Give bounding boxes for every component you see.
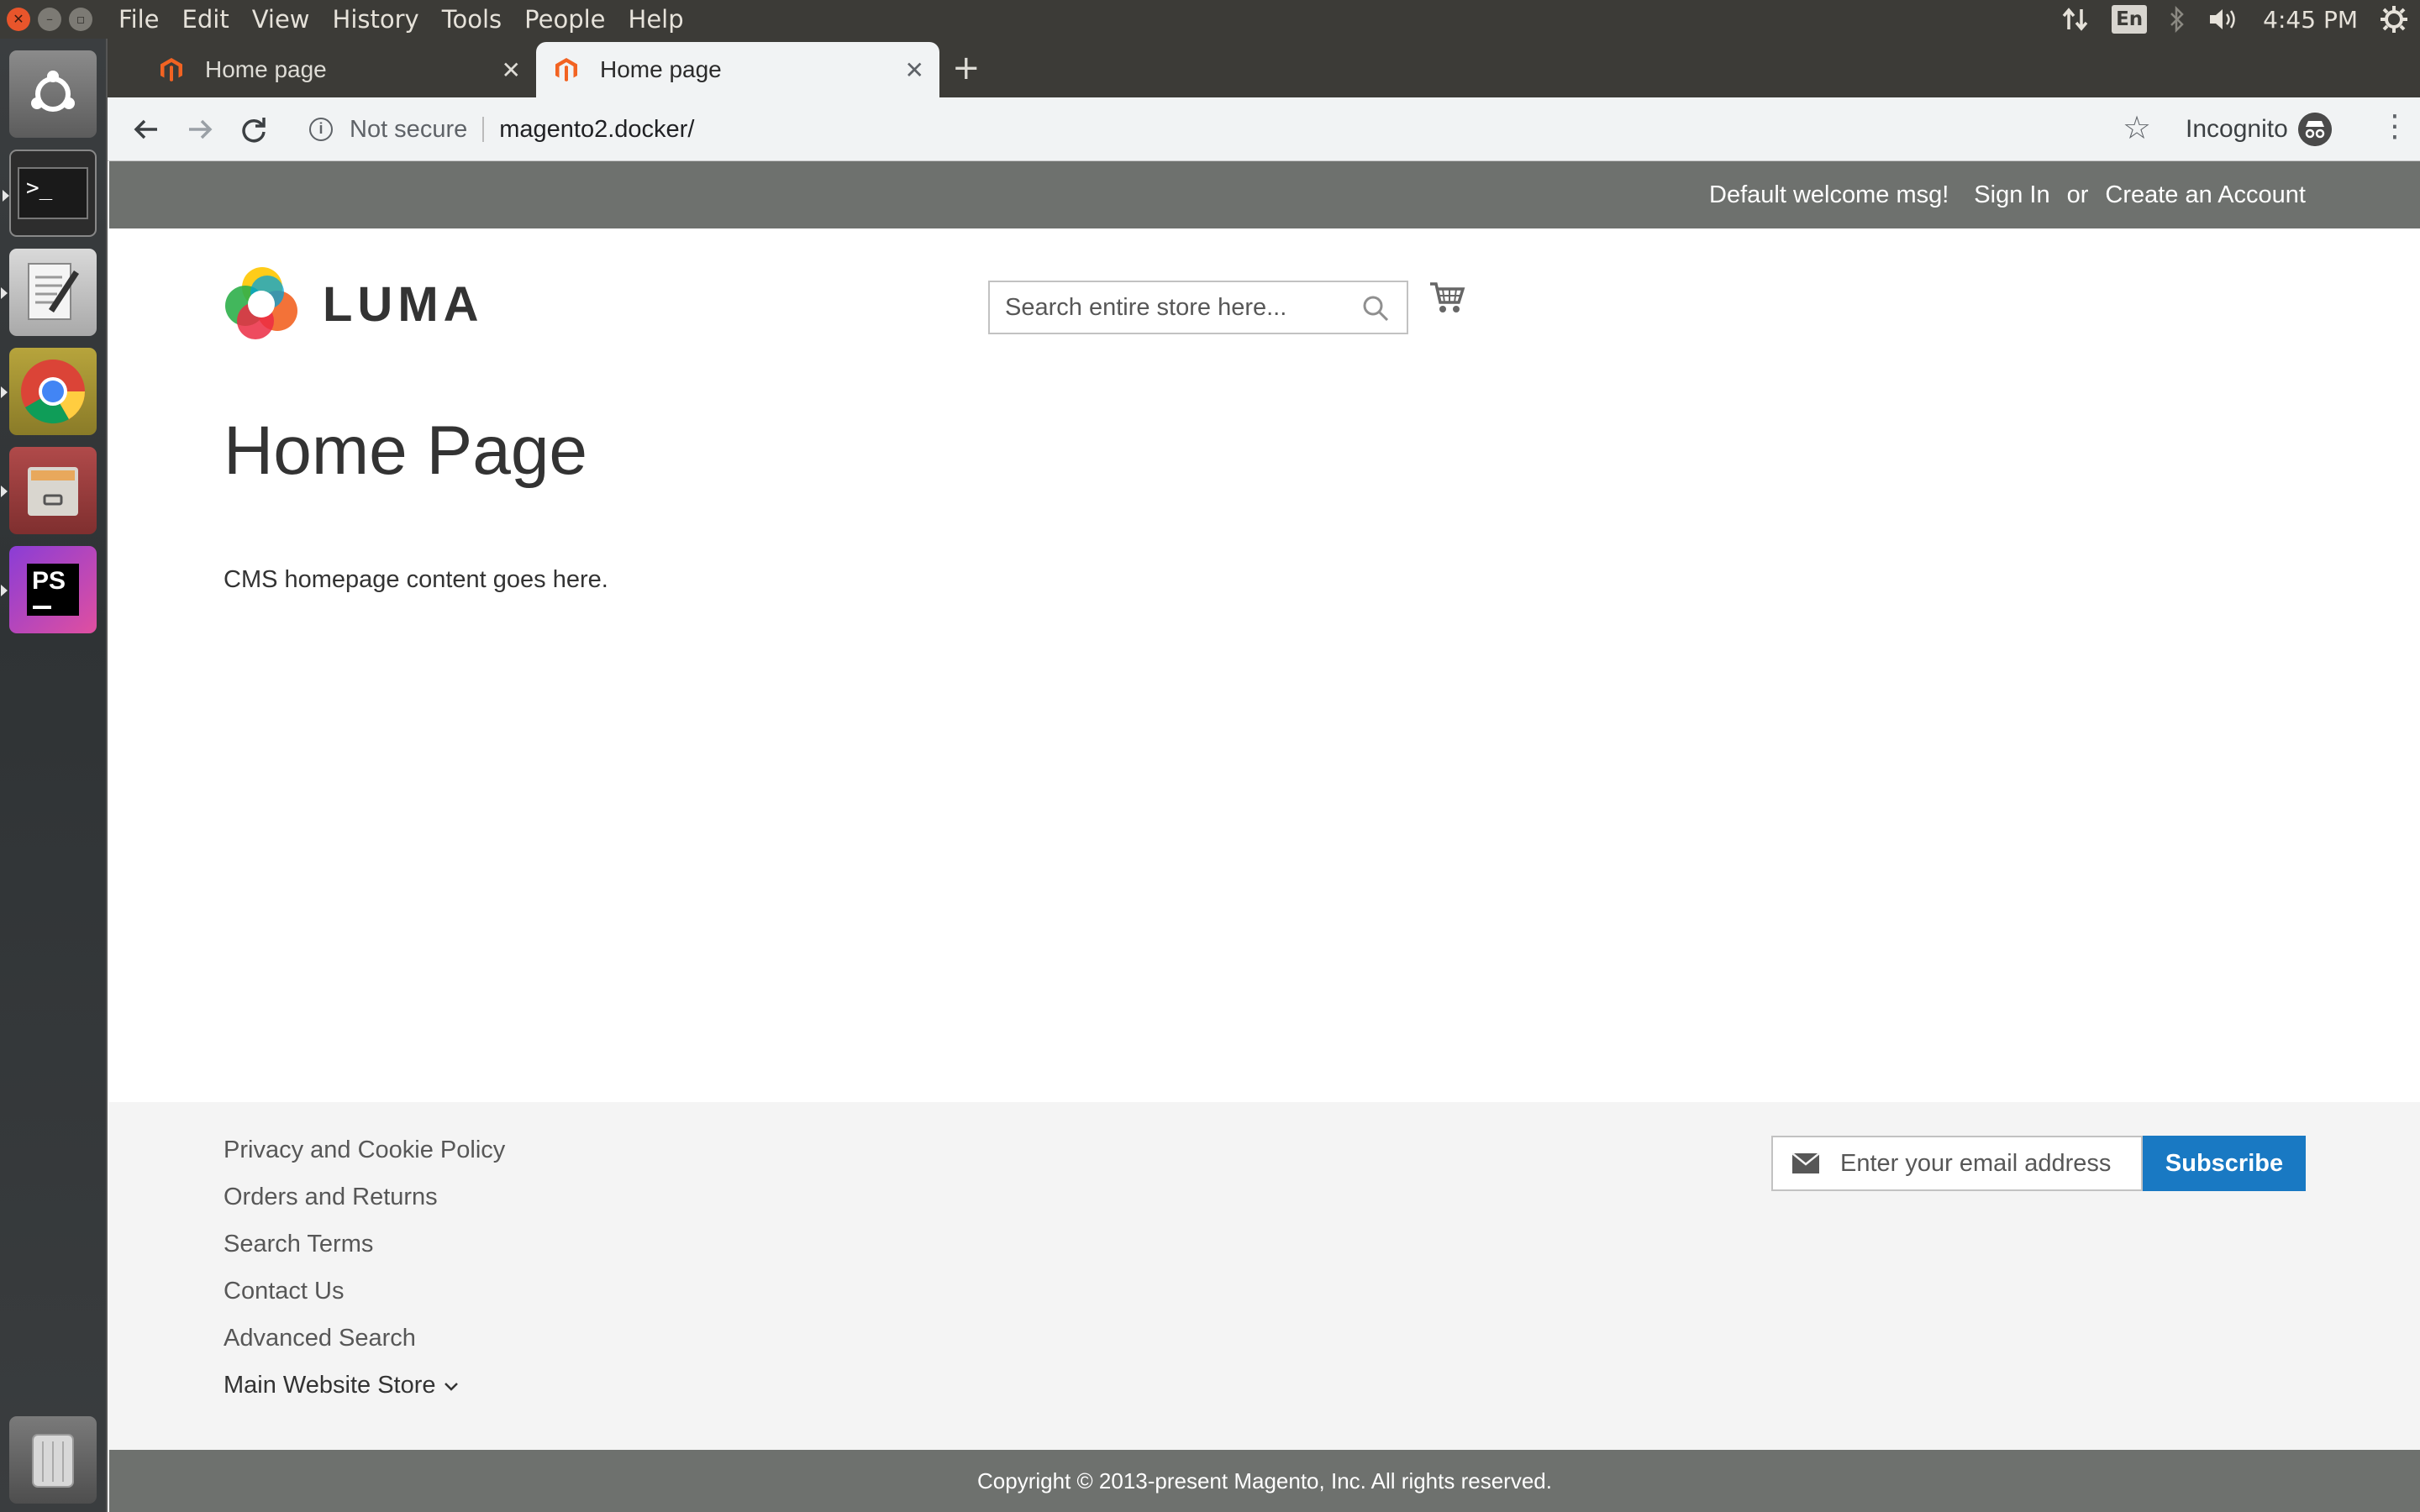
clock[interactable]: 4:45 PM: [2263, 6, 2358, 34]
trash-can-icon: [32, 1434, 74, 1488]
app-menu-bar: File Edit View History Tools People Help: [118, 0, 684, 39]
terminal-icon[interactable]: >_: [3, 150, 97, 237]
omnibox-divider: [482, 117, 485, 142]
security-state-label[interactable]: Not secure: [350, 116, 467, 144]
create-account-link[interactable]: Create an Account: [2105, 181, 2306, 209]
menu-history[interactable]: History: [333, 5, 419, 34]
file-cabinet-icon: [28, 467, 78, 516]
back-arrow-icon: [134, 119, 157, 139]
unity-launcher: >_ PS: [0, 39, 108, 1512]
search-placeholder: Search entire store here...: [1005, 293, 1287, 321]
menu-tools[interactable]: Tools: [442, 5, 502, 34]
footer-link-search-terms[interactable]: Search Terms: [224, 1230, 505, 1258]
forward-button[interactable]: [180, 109, 220, 150]
window-controls: ✕ – ▫: [7, 8, 92, 31]
window-maximize-button[interactable]: ▫: [69, 8, 92, 31]
welcome-message: Default welcome msg!: [1709, 181, 1949, 208]
phpstorm-glyph: PS: [27, 564, 79, 616]
menu-help[interactable]: Help: [629, 5, 684, 34]
cms-content: CMS homepage content goes here.: [224, 566, 608, 593]
newsletter-email-input[interactable]: Enter your email address: [1771, 1136, 2143, 1191]
browser-toolbar: i Not secure magento2.docker/ ☆ Incognit…: [108, 97, 2420, 161]
ubuntu-dash-icon[interactable]: [9, 50, 97, 138]
magento-favicon-icon: [555, 58, 577, 81]
document-pencil-icon: [28, 263, 79, 320]
bluetooth-icon[interactable]: [2169, 6, 2186, 33]
system-tray: En 4:45 PM: [2061, 0, 2408, 39]
tab-home-page-1[interactable]: Home page ✕: [141, 42, 536, 97]
browser-menu-icon[interactable]: ⋮: [2380, 109, 2410, 144]
copyright-bar: Copyright © 2013-present Magento, Inc. A…: [109, 1450, 2420, 1512]
keyboard-layout-indicator[interactable]: En: [2112, 5, 2148, 34]
volume-icon[interactable]: [2207, 6, 2241, 33]
forward-arrow-icon: [189, 119, 213, 139]
menu-file[interactable]: File: [118, 5, 160, 34]
os-top-panel: ✕ – ▫ File Edit View History Tools Peopl…: [0, 0, 2420, 39]
chevron-down-icon: [444, 1383, 458, 1391]
envelope-icon: [1791, 1152, 1820, 1173]
address-bar[interactable]: i Not secure magento2.docker/: [294, 104, 2195, 155]
bookmark-star-icon[interactable]: ☆: [2123, 109, 2151, 146]
trash-icon[interactable]: [9, 1416, 97, 1504]
footer-link-privacy[interactable]: Privacy and Cookie Policy: [224, 1136, 505, 1164]
tab-home-page-2[interactable]: Home page ✕: [536, 42, 939, 97]
browser-tab-strip: Home page ✕ Home page ✕ +: [108, 39, 2420, 97]
search-icon[interactable]: [1361, 294, 1390, 323]
network-icon[interactable]: [2061, 6, 2090, 33]
incognito-label: Incognito: [2186, 115, 2288, 143]
store-switcher-label: Main Website Store: [224, 1372, 436, 1399]
menu-people[interactable]: People: [524, 5, 605, 34]
settings-gear-icon[interactable]: [2380, 5, 2408, 34]
or-separator: or: [2066, 181, 2089, 208]
tab-title: Home page: [205, 56, 327, 82]
reload-button[interactable]: [234, 109, 274, 150]
running-indicator: [3, 190, 9, 202]
subscribe-button[interactable]: Subscribe: [2143, 1136, 2306, 1191]
incognito-indicator[interactable]: Incognito: [2186, 109, 2332, 150]
magento-favicon-icon: [160, 58, 182, 81]
store-search-input[interactable]: Search entire store here...: [988, 281, 1408, 334]
window-minimize-button[interactable]: –: [38, 8, 61, 31]
tab-close-icon[interactable]: ✕: [905, 56, 924, 84]
web-page: Default welcome msg! Sign In or Create a…: [109, 161, 2420, 1512]
footer-link-advanced-search[interactable]: Advanced Search: [224, 1324, 505, 1352]
ubuntu-logo-icon: [31, 71, 75, 112]
running-indicator: [1, 287, 8, 299]
luma-logo-icon: [225, 267, 297, 339]
file-manager-icon[interactable]: [1, 447, 97, 534]
window-close-button[interactable]: ✕: [7, 8, 30, 31]
site-header: LUMA Search entire store here...: [109, 228, 2420, 405]
running-indicator: [1, 486, 8, 497]
new-tab-button[interactable]: +: [952, 49, 981, 87]
tab-title: Home page: [600, 56, 722, 82]
terminal-glyph: >_: [18, 167, 88, 219]
site-info-icon[interactable]: i: [309, 118, 333, 141]
footer-link-orders-returns[interactable]: Orders and Returns: [224, 1183, 505, 1211]
incognito-icon: [2297, 113, 2332, 146]
url-text[interactable]: magento2.docker/: [499, 116, 694, 144]
store-panel-header: Default welcome msg! Sign In or Create a…: [109, 161, 2420, 228]
menu-view[interactable]: View: [252, 5, 310, 34]
chrome-logo-icon: [21, 360, 86, 424]
tab-close-icon[interactable]: ✕: [502, 56, 521, 84]
page-title: Home Page: [224, 412, 588, 489]
luma-logo[interactable]: LUMA: [224, 265, 484, 343]
site-footer: Privacy and Cookie Policy Orders and Ret…: [109, 1102, 2420, 1450]
shopping-cart-icon[interactable]: [1428, 279, 1465, 316]
newsletter-placeholder: Enter your email address: [1840, 1149, 2112, 1177]
store-switcher[interactable]: Main Website Store: [224, 1371, 505, 1399]
reload-icon: [242, 118, 266, 143]
phpstorm-icon[interactable]: PS: [1, 546, 97, 633]
text-editor-icon[interactable]: [1, 249, 97, 336]
newsletter-form: Enter your email address Subscribe: [1771, 1136, 2306, 1191]
logo-wordmark: LUMA: [323, 276, 484, 332]
footer-link-contact[interactable]: Contact Us: [224, 1277, 505, 1305]
running-indicator: [1, 386, 8, 398]
back-button[interactable]: [126, 109, 166, 150]
footer-links: Privacy and Cookie Policy Orders and Ret…: [224, 1136, 505, 1399]
sign-in-link[interactable]: Sign In: [1974, 181, 2049, 209]
menu-edit[interactable]: Edit: [182, 5, 229, 34]
running-indicator: [1, 585, 8, 596]
chrome-icon[interactable]: [1, 348, 97, 435]
